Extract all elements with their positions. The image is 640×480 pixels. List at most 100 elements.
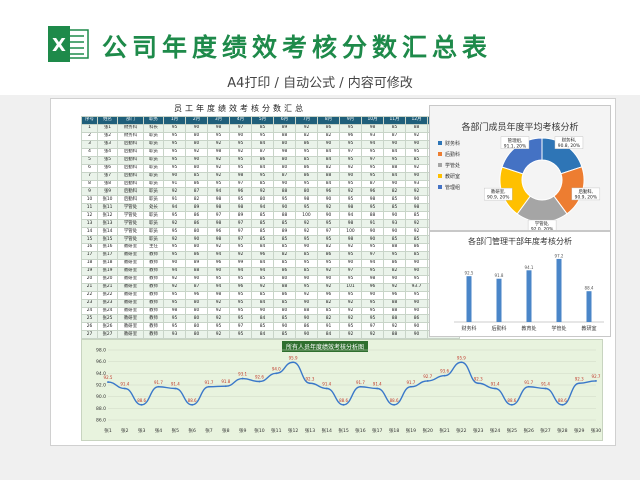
table-body: 1张1财务科科长95909897858992869598858892.52张2财… [81,123,460,364]
table-cell: 88 [273,187,296,197]
table-cell: 教师 [143,274,164,284]
table-cell: 90 [185,235,208,244]
line-chart-panel: 所有人员年度绩效考核分析图 98.0 96.0 94.0 92.0 90.0 88.0 86… [81,339,603,441]
table-cell: 88 [383,298,406,308]
table-cell: 85 [383,123,406,133]
table-cell: 86 [251,155,274,165]
table-cell: 职员 [143,171,164,181]
table-cell: 84 [317,179,340,189]
table-cell: 92 [163,282,186,292]
table-cell: 教师 [143,250,164,260]
table-cell: 职员 [143,211,164,221]
x-tick-label: 张17 [372,427,383,434]
table-cell: 学管处 [117,235,144,244]
x-tick-label: 张29 [574,427,585,434]
table-header-row: 序号姓名部门职务1月2月3月4月5月6月7月8月9月10月11月12月平均分数 [81,116,460,125]
table-cell: 16 [81,243,98,252]
table-cell: 95 [207,131,230,141]
column-header: 8月 [317,116,340,125]
table-cell: 95 [229,274,252,284]
table-cell: 财务科 [117,123,144,133]
table-cell: 张4 [97,147,118,157]
table-cell: 教师 [143,322,164,332]
table-cell: 92 [251,282,274,292]
line-point [107,381,109,383]
table-cell: 92 [163,219,186,229]
table-row: 27张27教研室教师93809295848590849292889088.8 [81,330,460,340]
table-row: 24张24教研室教师98809295908088859295889089.4 [81,306,460,316]
table-cell: 95 [229,290,252,300]
table-cell: 84 [251,258,274,268]
table-cell: 90 [383,139,406,149]
table-cell: 94 [361,139,384,149]
table-cell: 90 [405,258,428,268]
table-cell: 后勤科 [117,179,144,189]
table-cell: 84 [251,139,274,149]
table-cell: 90 [317,139,340,149]
table-cell: 张7 [97,171,118,181]
table-cell: 85 [251,227,274,237]
line-point [578,382,581,385]
table-cell: 84 [317,155,340,165]
column-header: 11月 [383,116,406,125]
table-cell: 张8 [97,179,118,189]
line-point [376,387,379,390]
table-cell: 90 [339,171,362,181]
line-point [494,387,496,390]
table-cell: 98 [229,203,252,213]
x-tick-label: 张10 [254,427,265,434]
x-tick-label: 张7 [205,427,213,434]
table-cell: 88 [317,171,340,181]
table-cell: 80 [185,298,208,308]
table-row: 4张4后勤科职员95929892879895849795849591.8 [81,147,460,157]
line-point [258,380,261,383]
table-cell: 80 [185,131,208,141]
table-cell: 95 [229,314,252,324]
table-cell: 90 [185,155,208,165]
table-cell: 85 [273,258,296,268]
table-cell: 22 [81,290,98,300]
table-cell: 95 [339,250,362,260]
table-cell: 95 [339,274,362,284]
table-cell: 97 [229,179,252,189]
table-cell: 90 [295,330,318,340]
x-tick-label: 张23 [473,427,484,434]
table-cell: 92 [207,330,230,340]
table-cell: 82 [185,195,208,205]
bar [556,258,562,322]
table-cell: 95 [295,235,318,244]
table-cell: 23 [81,298,98,308]
table-cell: 职员 [143,235,164,244]
table-cell: 92 [295,123,318,133]
table-cell: 98 [339,219,362,229]
line-data-label: 88.6 [558,398,567,403]
table-cell: 85 [383,195,406,205]
line-data-label: 91.7 [356,380,365,385]
table-cell: 86 [273,266,296,276]
line-data-label: 91.7 [205,380,214,385]
table-cell: 95 [295,179,318,189]
table-cell: 86 [317,250,340,260]
table-cell: 主任 [143,243,164,252]
table-cell: 94 [229,266,252,276]
line-point [393,403,395,406]
table-cell: 92 [339,298,362,308]
table-cell: 张10 [97,195,118,205]
table-cell: 85 [405,235,428,244]
table-cell: 95 [163,155,186,165]
table-cell: 95 [273,195,296,205]
table-cell: 教师 [143,306,164,316]
table-cell: 教师 [143,314,164,324]
table-cell: 95 [361,147,384,157]
table-cell: 92 [185,147,208,157]
table-cell: 98 [207,203,230,213]
table-cell: 98 [207,147,230,157]
table-cell: 90 [185,274,208,284]
table-cell: 20 [81,274,98,284]
column-header: 6月 [273,116,296,125]
table-cell: 82 [317,163,340,173]
table-cell: 92 [207,155,230,165]
table-cell: 92 [339,187,362,197]
table-cell: 张24 [97,306,118,316]
table-row: 25张25教研室教师95809295848590829295888688.6 [81,314,460,324]
